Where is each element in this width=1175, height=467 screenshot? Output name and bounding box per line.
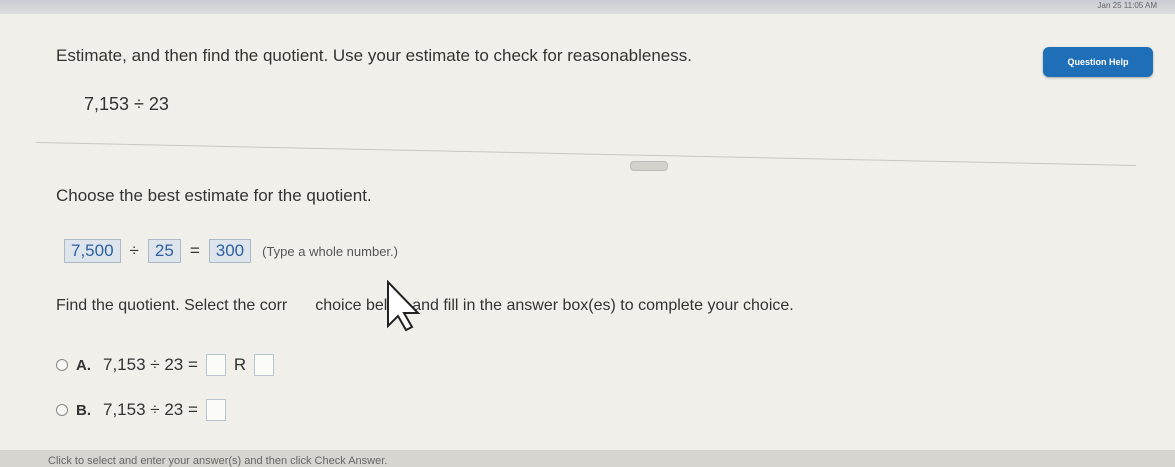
equals-sign: = — [189, 241, 200, 260]
estimate-row: 7,500 ÷ 25 = 300 (Type a whole number.) — [64, 238, 398, 264]
choice-b[interactable]: B. 7,153 ÷ 23 = — [56, 399, 226, 421]
top-bar: Jan 25 11:05 AM — [0, 0, 1175, 14]
header-meta: Jan 25 11:05 AM — [1097, 1, 1157, 10]
quotient-estimate-input[interactable]: 300 — [208, 239, 252, 263]
choice-b-expression: 7,153 ÷ 23 = — [103, 400, 198, 419]
section-divider — [35, 142, 1136, 167]
question-help-button[interactable]: Question Help — [1043, 47, 1153, 77]
estimate-instruction: Choose the best estimate for the quotien… — [56, 186, 372, 205]
quotient-instruction-prefix: Find the quotient. Select the corr — [56, 297, 288, 314]
question-panel: Question Help Estimate, and then find th… — [0, 14, 1175, 450]
problem-expression: 7,153 ÷ 23 — [84, 94, 169, 114]
choice-b-letter: B. — [76, 401, 91, 419]
choice-a-remainder-label: R — [233, 355, 247, 374]
footer-bar: Click to select and enter your answer(s)… — [0, 450, 1175, 467]
choice-a-quotient-input[interactable] — [205, 354, 226, 376]
question-prompt: Estimate, and then find the quotient. Us… — [56, 46, 692, 65]
choice-b-quotient-input[interactable] — [205, 399, 226, 421]
footer-instruction: Click to select and enter your answer(s)… — [48, 455, 388, 467]
mouse-cursor-icon — [387, 280, 421, 332]
choice-a-radio[interactable] — [56, 359, 68, 371]
quotient-instruction: Find the quotient. Select the corr choice… — [56, 297, 794, 315]
divisor-estimate-input[interactable]: 25 — [147, 239, 181, 263]
choice-b-radio[interactable] — [56, 404, 68, 416]
whole-number-hint: (Type a whole number.) — [262, 243, 398, 259]
divider-handle[interactable] — [630, 161, 668, 171]
divide-sign: ÷ — [129, 241, 139, 260]
choice-a-letter: A. — [76, 356, 91, 374]
choice-a-expression: 7,153 ÷ 23 = — [103, 355, 198, 374]
choice-a-remainder-input[interactable] — [254, 354, 275, 376]
choice-a[interactable]: A. 7,153 ÷ 23 = R — [56, 354, 275, 376]
dividend-estimate-input[interactable]: 7,500 — [64, 239, 121, 263]
